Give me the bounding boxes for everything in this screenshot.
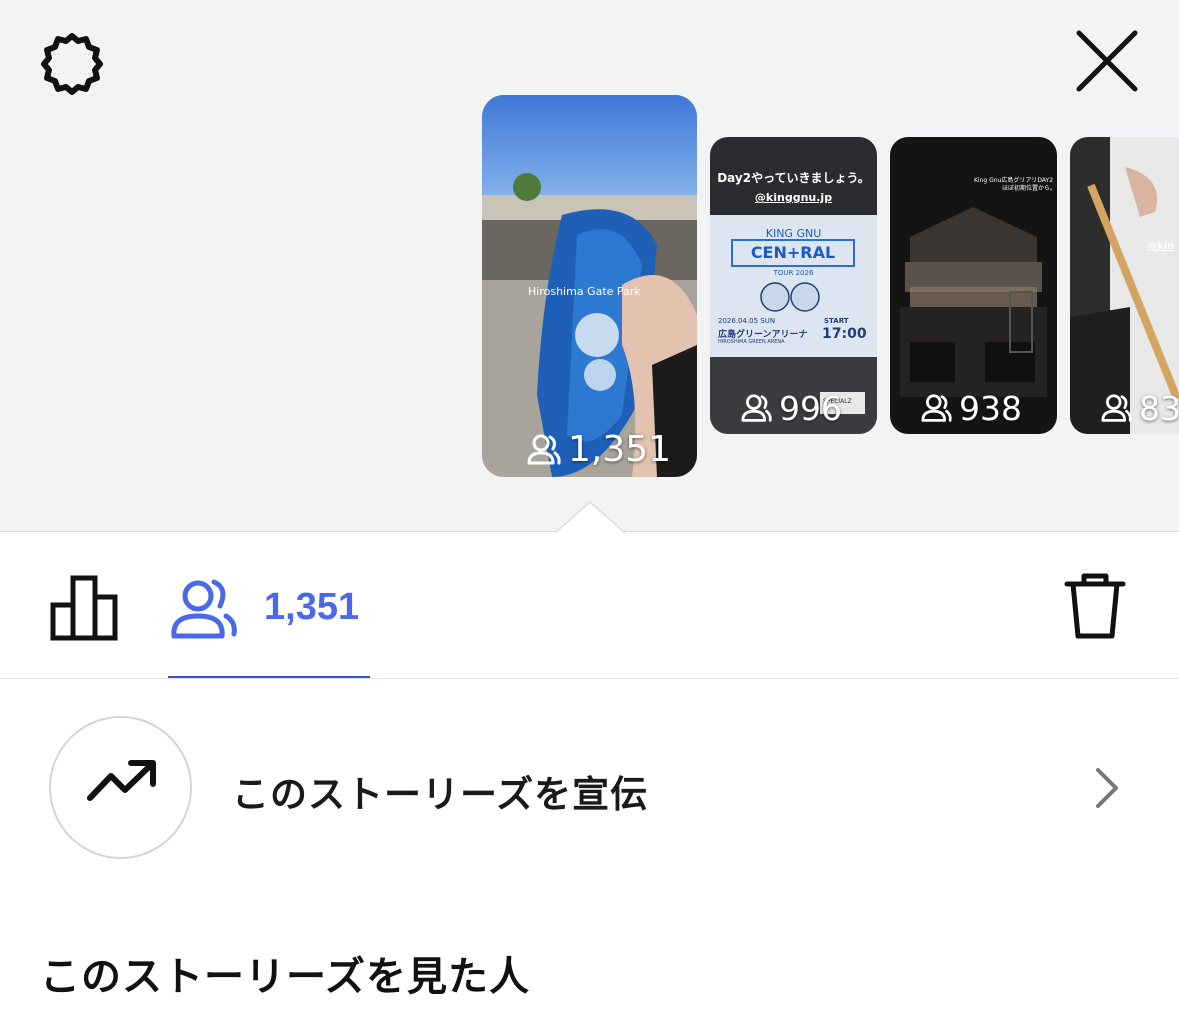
story-carousel-area: Hiroshima Gate Park 1,351 Day2やっていきましょう。… xyxy=(0,0,1179,532)
promote-icon-circle xyxy=(49,716,192,859)
settings-gear-icon[interactable] xyxy=(36,28,108,100)
story-thumbnail-selected[interactable]: Hiroshima Gate Park 1,351 xyxy=(482,95,697,477)
trending-up-icon xyxy=(87,760,156,801)
story-view-count: 996 xyxy=(740,389,842,428)
viewers-icon xyxy=(171,579,237,639)
poster-venue-en: HIROSHIMA GREEN ARENA xyxy=(718,339,785,345)
viewers-section-title: このストーリーズを見た人 xyxy=(40,954,530,1000)
poster-start-time: 17:00 xyxy=(822,326,867,342)
viewers-icon xyxy=(1101,394,1132,422)
story-view-count: 1,351 xyxy=(526,429,671,470)
poster-date: 2026.04.05 SUN xyxy=(718,317,776,325)
trash-icon[interactable] xyxy=(1064,572,1126,642)
story-thumbnail[interactable]: Day2やっていきましょう。 @kinggnu.jp KING GNU CEN+… xyxy=(710,137,877,434)
selected-story-pointer xyxy=(555,500,625,534)
poster-title: CEN+RAL xyxy=(750,243,836,262)
viewers-icon xyxy=(921,394,952,422)
story-thumbnail[interactable]: @kin 83 xyxy=(1070,137,1179,434)
promote-story-row[interactable]: このストーリーズを宣伝 xyxy=(0,700,1179,876)
poster-tour: TOUR 2026 xyxy=(773,269,814,277)
story-mention: @kinggnu.jp xyxy=(754,191,833,204)
viewers-icon xyxy=(527,434,561,464)
viewers-count: 1,351 xyxy=(264,586,360,628)
story-thumbnail[interactable]: King Gnu広島グリアリDAY2 ほぼ初期位置から。 938 xyxy=(890,137,1057,434)
close-icon[interactable] xyxy=(1074,28,1140,94)
story-view-count: 83 xyxy=(1100,389,1179,428)
viewers-icon xyxy=(741,394,772,422)
location-tag: Hiroshima Gate Park xyxy=(528,285,641,298)
poster-band: KING GNU xyxy=(765,227,822,240)
poster-start-label: START xyxy=(824,317,849,325)
tab-viewers[interactable]: 1,351 xyxy=(168,572,370,679)
bar-chart-icon[interactable] xyxy=(50,575,118,641)
promote-label: このストーリーズを宣伝 xyxy=(232,773,649,816)
story-caption-line2: ほぼ初期位置から。 xyxy=(1002,185,1057,192)
story-view-count: 938 xyxy=(920,389,1022,428)
toolbar-divider xyxy=(0,678,1179,679)
story-caption: Day2やっていきましょう。 xyxy=(717,171,870,185)
story-mention: @kin xyxy=(1147,241,1175,252)
chevron-right-icon xyxy=(1096,768,1118,808)
